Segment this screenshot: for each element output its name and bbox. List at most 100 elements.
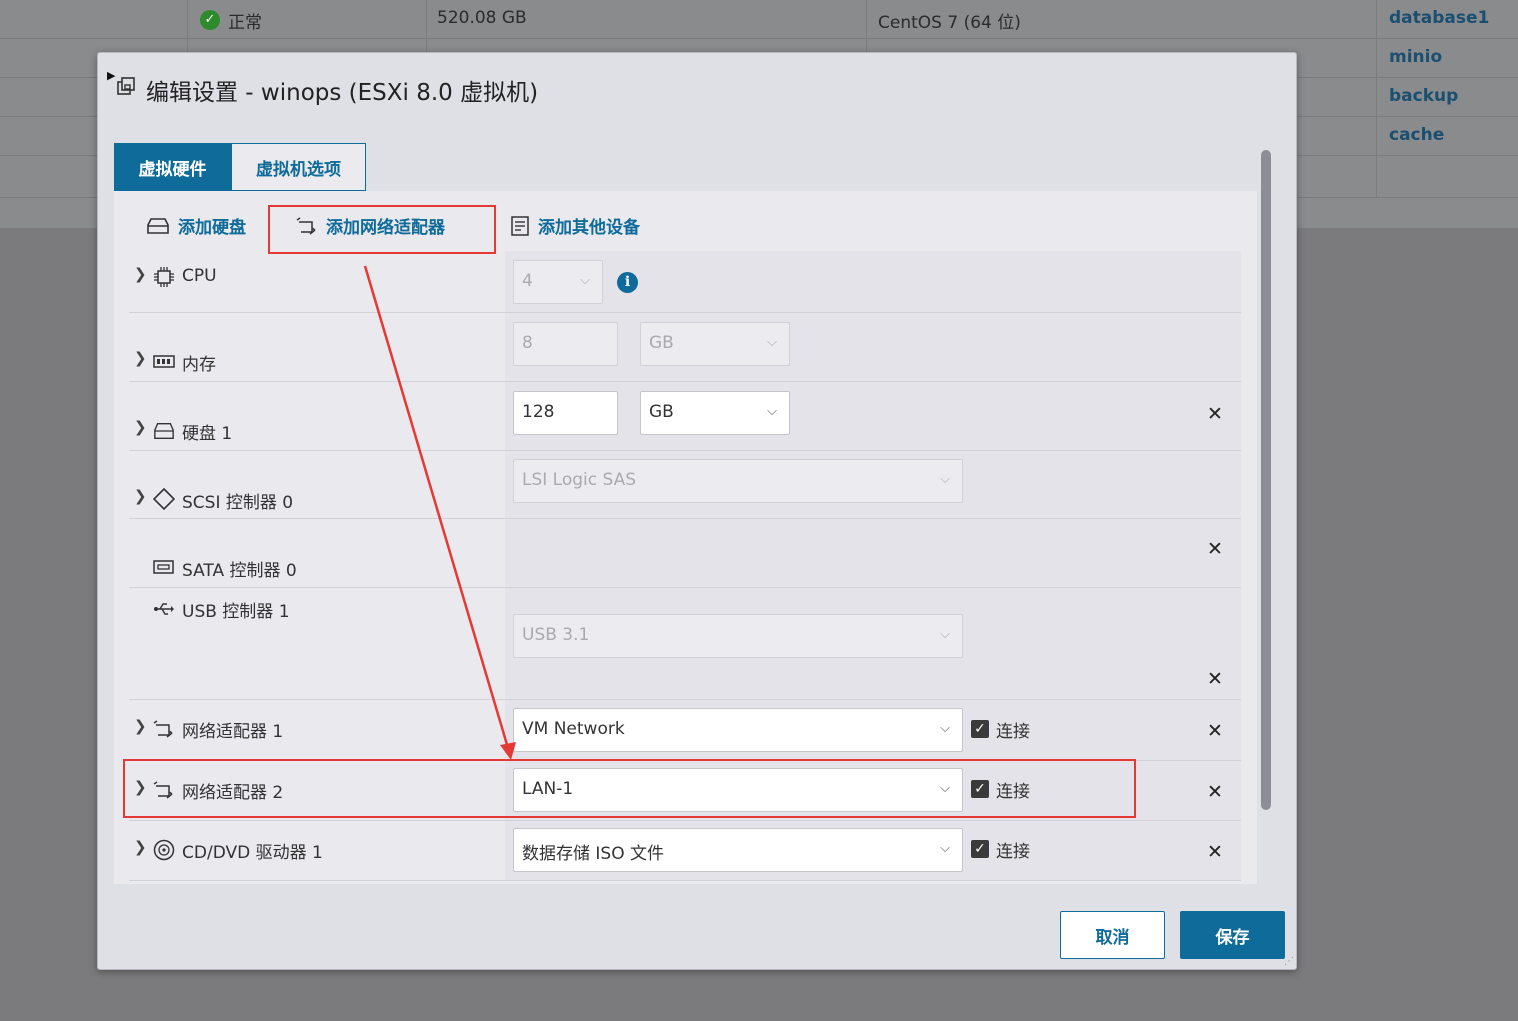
chevron-right-icon[interactable]: ❯ — [134, 487, 147, 505]
chevron-right-icon[interactable]: ❯ — [134, 349, 147, 367]
chevron-down-icon: ⌵ — [940, 472, 950, 487]
add-network-adapter-button[interactable]: 添加网络适配器 — [296, 213, 445, 238]
remove-nic2-close-icon[interactable]: ✕ — [1207, 781, 1223, 803]
nic1-network-select[interactable]: VM Network ⌵ — [513, 708, 963, 752]
network-adapter-icon — [153, 720, 173, 738]
remove-disk-close-icon[interactable]: ✕ — [1207, 403, 1223, 425]
vm-settings-icon — [117, 77, 135, 95]
chevron-down-icon: ⌵ — [940, 627, 950, 642]
scsi-type-select[interactable]: LSI Logic SAS ⌵ — [513, 459, 963, 503]
disk-size-input[interactable]: 128 — [513, 391, 618, 435]
chevron-right-icon[interactable]: ❯ — [134, 418, 147, 436]
cpu-count-value: 4 — [522, 271, 533, 291]
cancel-button[interactable]: 取消 — [1060, 911, 1165, 959]
row-label-cell: ❯ CPU — [129, 251, 505, 312]
usb-label: USB 控制器 1 — [182, 602, 290, 622]
hardware-panel: 添加硬盘 添加网络适配器 添加其他设备 ❯ CPU 4 ⌵ i ❯ 内存 8 G… — [114, 191, 1257, 884]
save-button[interactable]: 保存 — [1180, 911, 1285, 959]
usb-type-select[interactable]: USB 3.1 ⌵ — [513, 614, 963, 658]
dialog-title: 编辑设置 - winops (ESXi 8.0 虚拟机) — [146, 80, 539, 106]
row-value-cell: VM Network ⌵ ✓ 连接 ✕ — [505, 700, 1241, 760]
remove-nic1-close-icon[interactable]: ✕ — [1207, 720, 1223, 742]
tab-virtual-hardware[interactable]: 虚拟硬件 — [114, 143, 231, 191]
nic2-connect-checkbox[interactable]: ✓ — [971, 780, 989, 798]
chevron-down-icon: ⌵ — [767, 335, 777, 350]
cdrom-connect-checkbox[interactable]: ✓ — [971, 840, 989, 858]
cdrom-media-select[interactable]: 数据存储 ISO 文件 ⌵ — [513, 828, 963, 872]
add-network-adapter-label: 添加网络适配器 — [326, 218, 445, 238]
vm-link-minio[interactable]: minio — [1389, 47, 1442, 67]
hardware-row-nic1: ❯ 网络适配器 1 VM Network ⌵ ✓ 连接 ✕ — [129, 700, 1241, 761]
size-text: 520.08 GB — [437, 8, 527, 28]
usb-type-value: USB 3.1 — [522, 625, 590, 645]
add-disk-label: 添加硬盘 — [178, 218, 246, 238]
row-label-cell: ❯ 网络适配器 2 — [129, 761, 505, 820]
nic1-network-value: VM Network — [522, 719, 625, 739]
add-disk-button[interactable]: 添加硬盘 — [146, 213, 246, 238]
info-icon[interactable]: i — [617, 272, 638, 293]
vm-link-database1[interactable]: database1 — [1389, 8, 1489, 28]
edit-settings-dialog: ▶ 编辑设置 - winops (ESXi 8.0 虚拟机) 虚拟硬件 虚拟机选… — [97, 52, 1297, 970]
chevron-right-icon[interactable]: ❯ — [134, 717, 147, 735]
cd-dvd-icon — [153, 839, 175, 861]
hardware-row-sata: SATA 控制器 0 ✕ — [129, 519, 1241, 588]
hardware-row-scsi: ❯ SCSI 控制器 0 LSI Logic SAS ⌵ — [129, 451, 1241, 519]
row-label-cell: ❯ 网络适配器 1 — [129, 700, 505, 760]
network-adapter-icon — [153, 781, 173, 799]
nic1-connect-checkbox[interactable]: ✓ — [971, 720, 989, 738]
row-label-cell: ❯ 内存 — [129, 313, 505, 381]
vm-link-cache[interactable]: cache — [1389, 125, 1444, 145]
cpu-count-select[interactable]: 4 ⌵ — [513, 260, 603, 304]
resize-handle-icon[interactable]: ⋰ — [1284, 956, 1294, 967]
row-label-cell: ❯ SCSI 控制器 0 — [129, 451, 505, 518]
status-text: 正常 — [228, 13, 262, 33]
nic1-label: 网络适配器 1 — [182, 722, 284, 742]
add-other-device-button[interactable]: 添加其他设备 — [510, 213, 640, 238]
check-circle-icon: ✓ — [200, 10, 220, 30]
chevron-down-icon: ⌵ — [940, 721, 950, 736]
scsi-label: SCSI 控制器 0 — [182, 493, 294, 513]
memory-size-value: 8 — [522, 333, 533, 353]
remove-usb-close-icon[interactable]: ✕ — [1207, 668, 1223, 690]
os-text: CentOS 7 (64 位) — [878, 13, 1021, 33]
row-label-cell: ❯ 硬盘 1 — [129, 382, 505, 450]
memory-unit-value: GB — [649, 333, 674, 353]
chevron-right-icon[interactable]: ❯ — [134, 838, 147, 856]
nic2-network-select[interactable]: LAN-1 ⌵ — [513, 768, 963, 812]
tab-vm-options[interactable]: 虚拟机选项 — [231, 143, 366, 191]
memory-size-input[interactable]: 8 — [513, 322, 618, 366]
cdrom-connect-label: 连接 — [996, 842, 1030, 862]
sata-controller-icon — [153, 560, 174, 574]
row-label-cell: SATA 控制器 0 — [129, 519, 505, 587]
cpu-label: CPU — [182, 266, 217, 286]
chevron-right-icon[interactable]: ❯ — [134, 778, 147, 796]
chevron-down-icon: ⌵ — [580, 273, 590, 288]
table-row[interactable]: ✓ 正常 520.08 GB CentOS 7 (64 位) database1 — [0, 0, 1518, 39]
hardware-row-nic2: ❯ 网络适配器 2 LAN-1 ⌵ ✓ 连接 ✕ — [129, 761, 1241, 821]
nic2-label: 网络适配器 2 — [182, 783, 284, 803]
vm-link-backup[interactable]: backup — [1389, 86, 1458, 106]
row-value-cell: 8 GB ⌵ — [505, 313, 1241, 381]
cpu-icon — [154, 267, 174, 287]
memory-unit-select[interactable]: GB ⌵ — [640, 322, 790, 366]
disk-unit-select[interactable]: GB ⌵ — [640, 391, 790, 435]
row-value-cell: 数据存储 ISO 文件 ⌵ ✓ 连接 ✕ — [505, 821, 1241, 880]
remove-sata-close-icon[interactable]: ✕ — [1207, 538, 1223, 560]
tab-bar: 虚拟硬件 虚拟机选项 — [114, 143, 366, 191]
scsi-controller-icon — [153, 488, 175, 510]
hard-disk-icon — [154, 422, 174, 440]
row-label-cell: USB 控制器 1 — [129, 588, 505, 699]
row-value-cell: 4 ⌵ i — [505, 251, 1241, 312]
usb-icon — [154, 603, 174, 615]
hardware-toolbar: 添加硬盘 添加网络适配器 添加其他设备 — [114, 191, 1257, 251]
disk-label: 硬盘 1 — [182, 424, 233, 444]
hardware-row-cdrom: ❯ CD/DVD 驱动器 1 数据存储 ISO 文件 ⌵ ✓ 连接 ✕ — [129, 821, 1241, 881]
scrollbar[interactable] — [1261, 150, 1271, 810]
disk-size-value: 128 — [522, 402, 555, 422]
chevron-down-icon: ⌵ — [940, 781, 950, 796]
disk-unit-value: GB — [649, 402, 674, 422]
row-value-cell: ✕ — [505, 519, 1241, 587]
remove-cdrom-close-icon[interactable]: ✕ — [1207, 841, 1223, 863]
chevron-down-icon: ⌵ — [940, 841, 950, 856]
chevron-right-icon[interactable]: ❯ — [134, 265, 147, 283]
